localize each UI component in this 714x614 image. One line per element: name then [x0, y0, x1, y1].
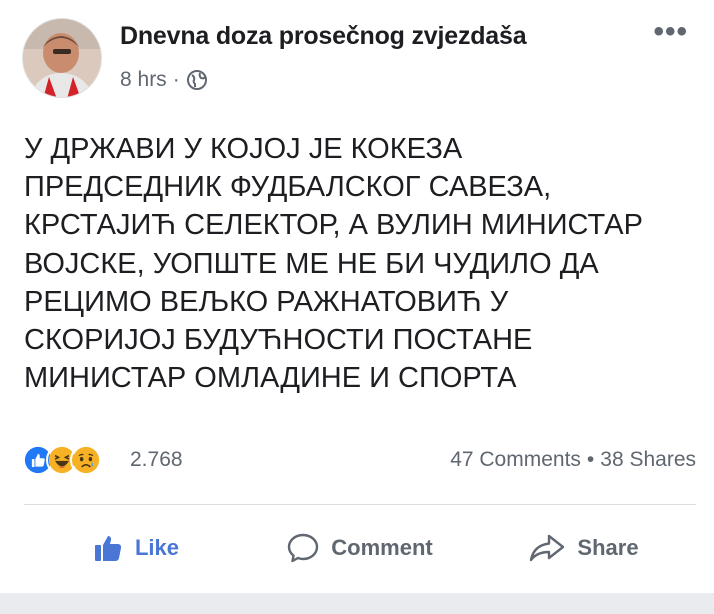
avatar[interactable] — [22, 18, 102, 98]
engagement-summary: 47 Comments • 38 Shares — [450, 448, 696, 472]
action-bar: Like Comment Share — [24, 520, 696, 576]
post-header: Dnevna doza prosečnog zvjezdaša 8 hrs · … — [22, 17, 702, 102]
feed-separator — [0, 593, 714, 614]
post-stats: 2.768 47 Comments • 38 Shares — [22, 442, 696, 478]
meta-separator: · — [172, 68, 180, 91]
page-name[interactable]: Dnevna doza prosečnog zvjezdaša — [120, 22, 527, 51]
globe-icon — [186, 69, 208, 91]
shares-count[interactable]: 38 Shares — [600, 448, 696, 471]
post-meta: 8 hrs · — [120, 68, 208, 92]
reaction-icons[interactable] — [22, 444, 102, 476]
reaction-count[interactable]: 2.768 — [130, 448, 183, 472]
speech-bubble-icon — [287, 532, 319, 564]
comment-button[interactable]: Comment — [248, 520, 472, 576]
share-label: Share — [577, 535, 639, 560]
sad-reaction-icon — [70, 444, 102, 476]
comment-label: Comment — [331, 535, 433, 560]
comments-count[interactable]: 47 Comments — [450, 448, 581, 471]
share-arrow-icon — [529, 533, 565, 563]
post-time[interactable]: 8 hrs — [120, 68, 167, 92]
like-button[interactable]: Like — [24, 520, 248, 576]
thumbs-up-icon — [93, 533, 123, 563]
stats-separator: • — [586, 448, 595, 471]
like-label: Like — [134, 535, 180, 560]
more-options-button[interactable]: ••• — [653, 17, 688, 47]
post-text: У ДРЖАВИ У КОЈОЈ ЈЕ КОКЕЗА ПРЕДСЕДНИК ФУ… — [24, 133, 643, 395]
divider — [24, 504, 696, 505]
share-button[interactable]: Share — [472, 520, 696, 576]
